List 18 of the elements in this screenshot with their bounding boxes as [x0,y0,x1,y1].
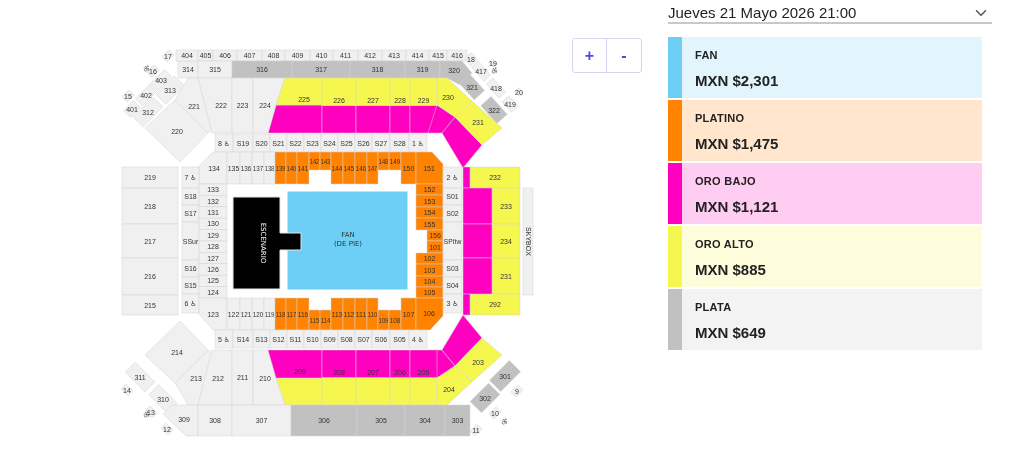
price-card[interactable]: ORO BAJO MXN $1,121 [668,163,982,224]
zone-name: FAN [695,48,719,63]
price-card[interactable]: ORO ALTO MXN $885 [668,226,982,287]
price-card[interactable]: PLATA MXN $649 [668,289,982,350]
price-text: MXN $885 [695,259,766,280]
price-text: MXN $649 [695,322,766,343]
date-dropdown[interactable]: Jueves 21 Mayo 2026 21:00 [668,4,992,24]
price-card[interactable]: FAN MXN $2,301 [668,37,982,98]
zone-name: ORO ALTO [695,237,755,252]
price-text: MXN $2,301 [695,70,779,91]
zone-name: PLATA [695,300,733,315]
zoom-out-button[interactable]: - [607,39,641,72]
zone-name: ORO BAJO [695,174,757,189]
price-card[interactable]: PLATINO MXN $1,475 [668,100,982,161]
price-text: MXN $1,121 [695,196,779,217]
price-text: MXN $1,475 [695,133,779,154]
zoom-in-button[interactable]: + [573,39,607,72]
zone-name: PLATINO [695,111,746,126]
